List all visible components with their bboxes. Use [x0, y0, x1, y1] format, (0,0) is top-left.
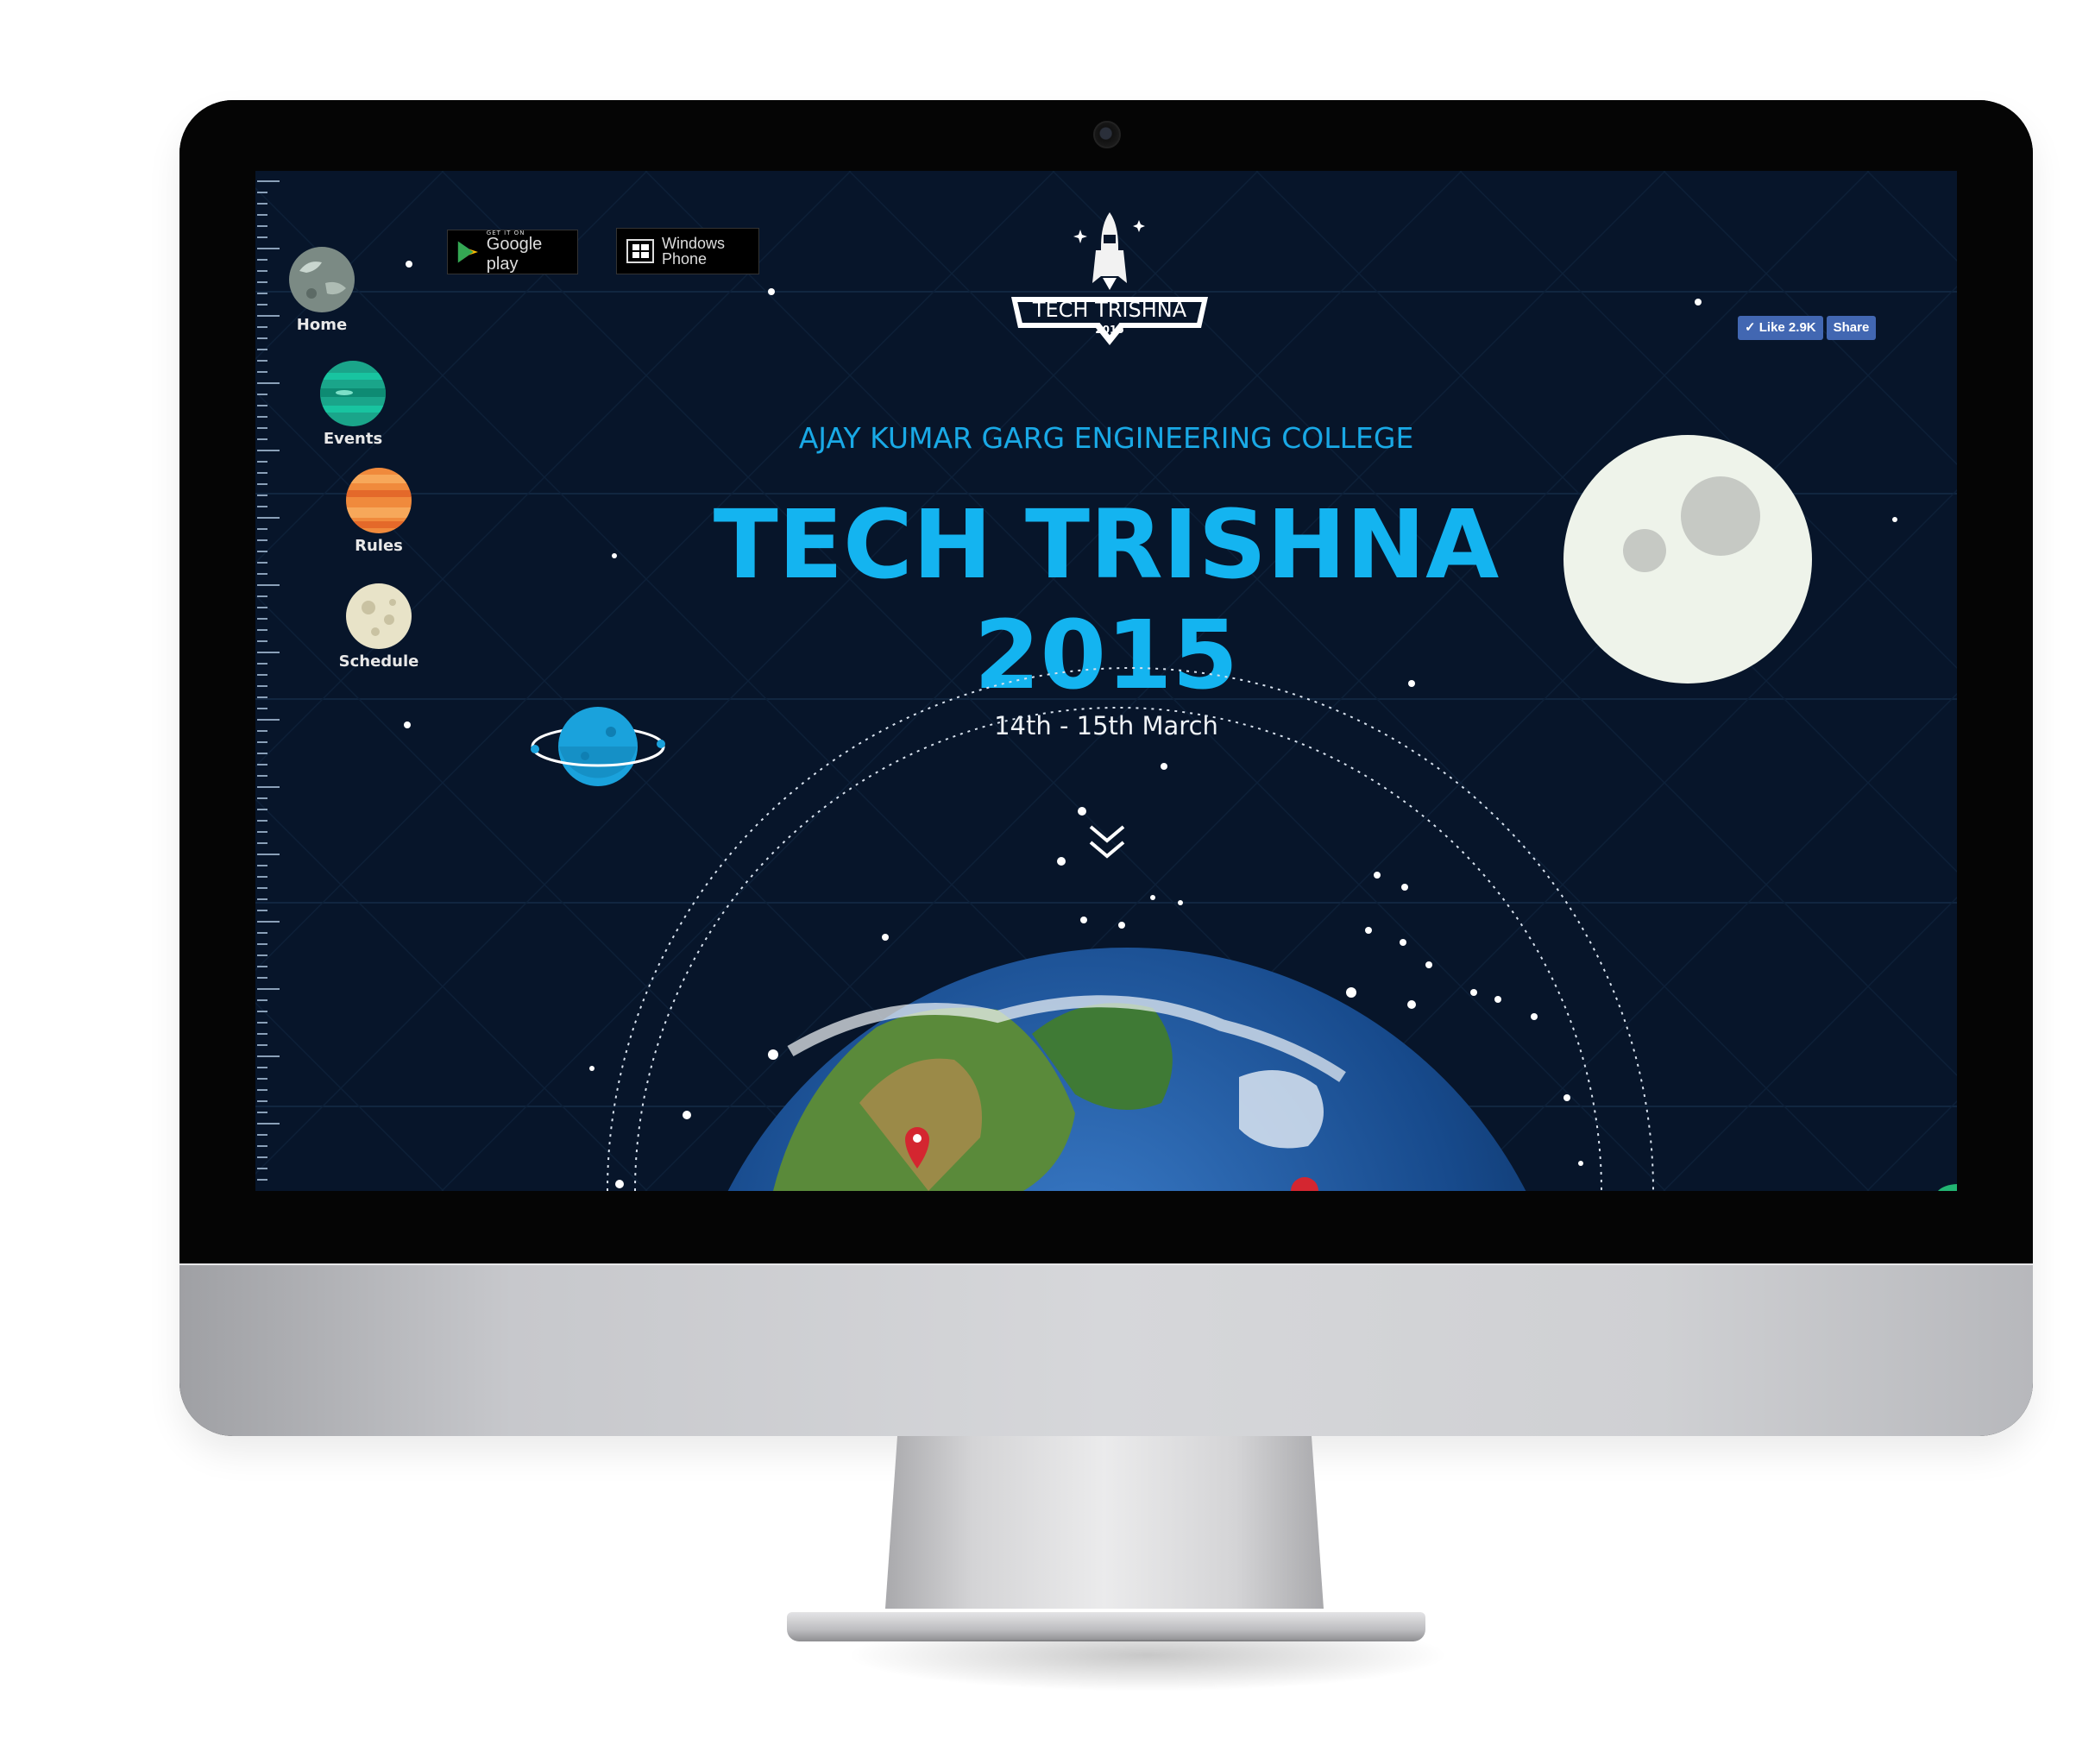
monitor-stand-base: [787, 1612, 1425, 1641]
monitor-frame: Home Events Rules Schedule GET IT ON Goo…: [179, 100, 2033, 1436]
earth-globe: [607, 667, 1957, 1191]
monitor-stand-neck: [885, 1436, 1324, 1609]
webcam: [1093, 121, 1121, 148]
website-screen: Home Events Rules Schedule GET IT ON Goo…: [255, 171, 1957, 1191]
stand-shadow: [846, 1640, 1450, 1692]
monitor-chin: [179, 1263, 2033, 1436]
